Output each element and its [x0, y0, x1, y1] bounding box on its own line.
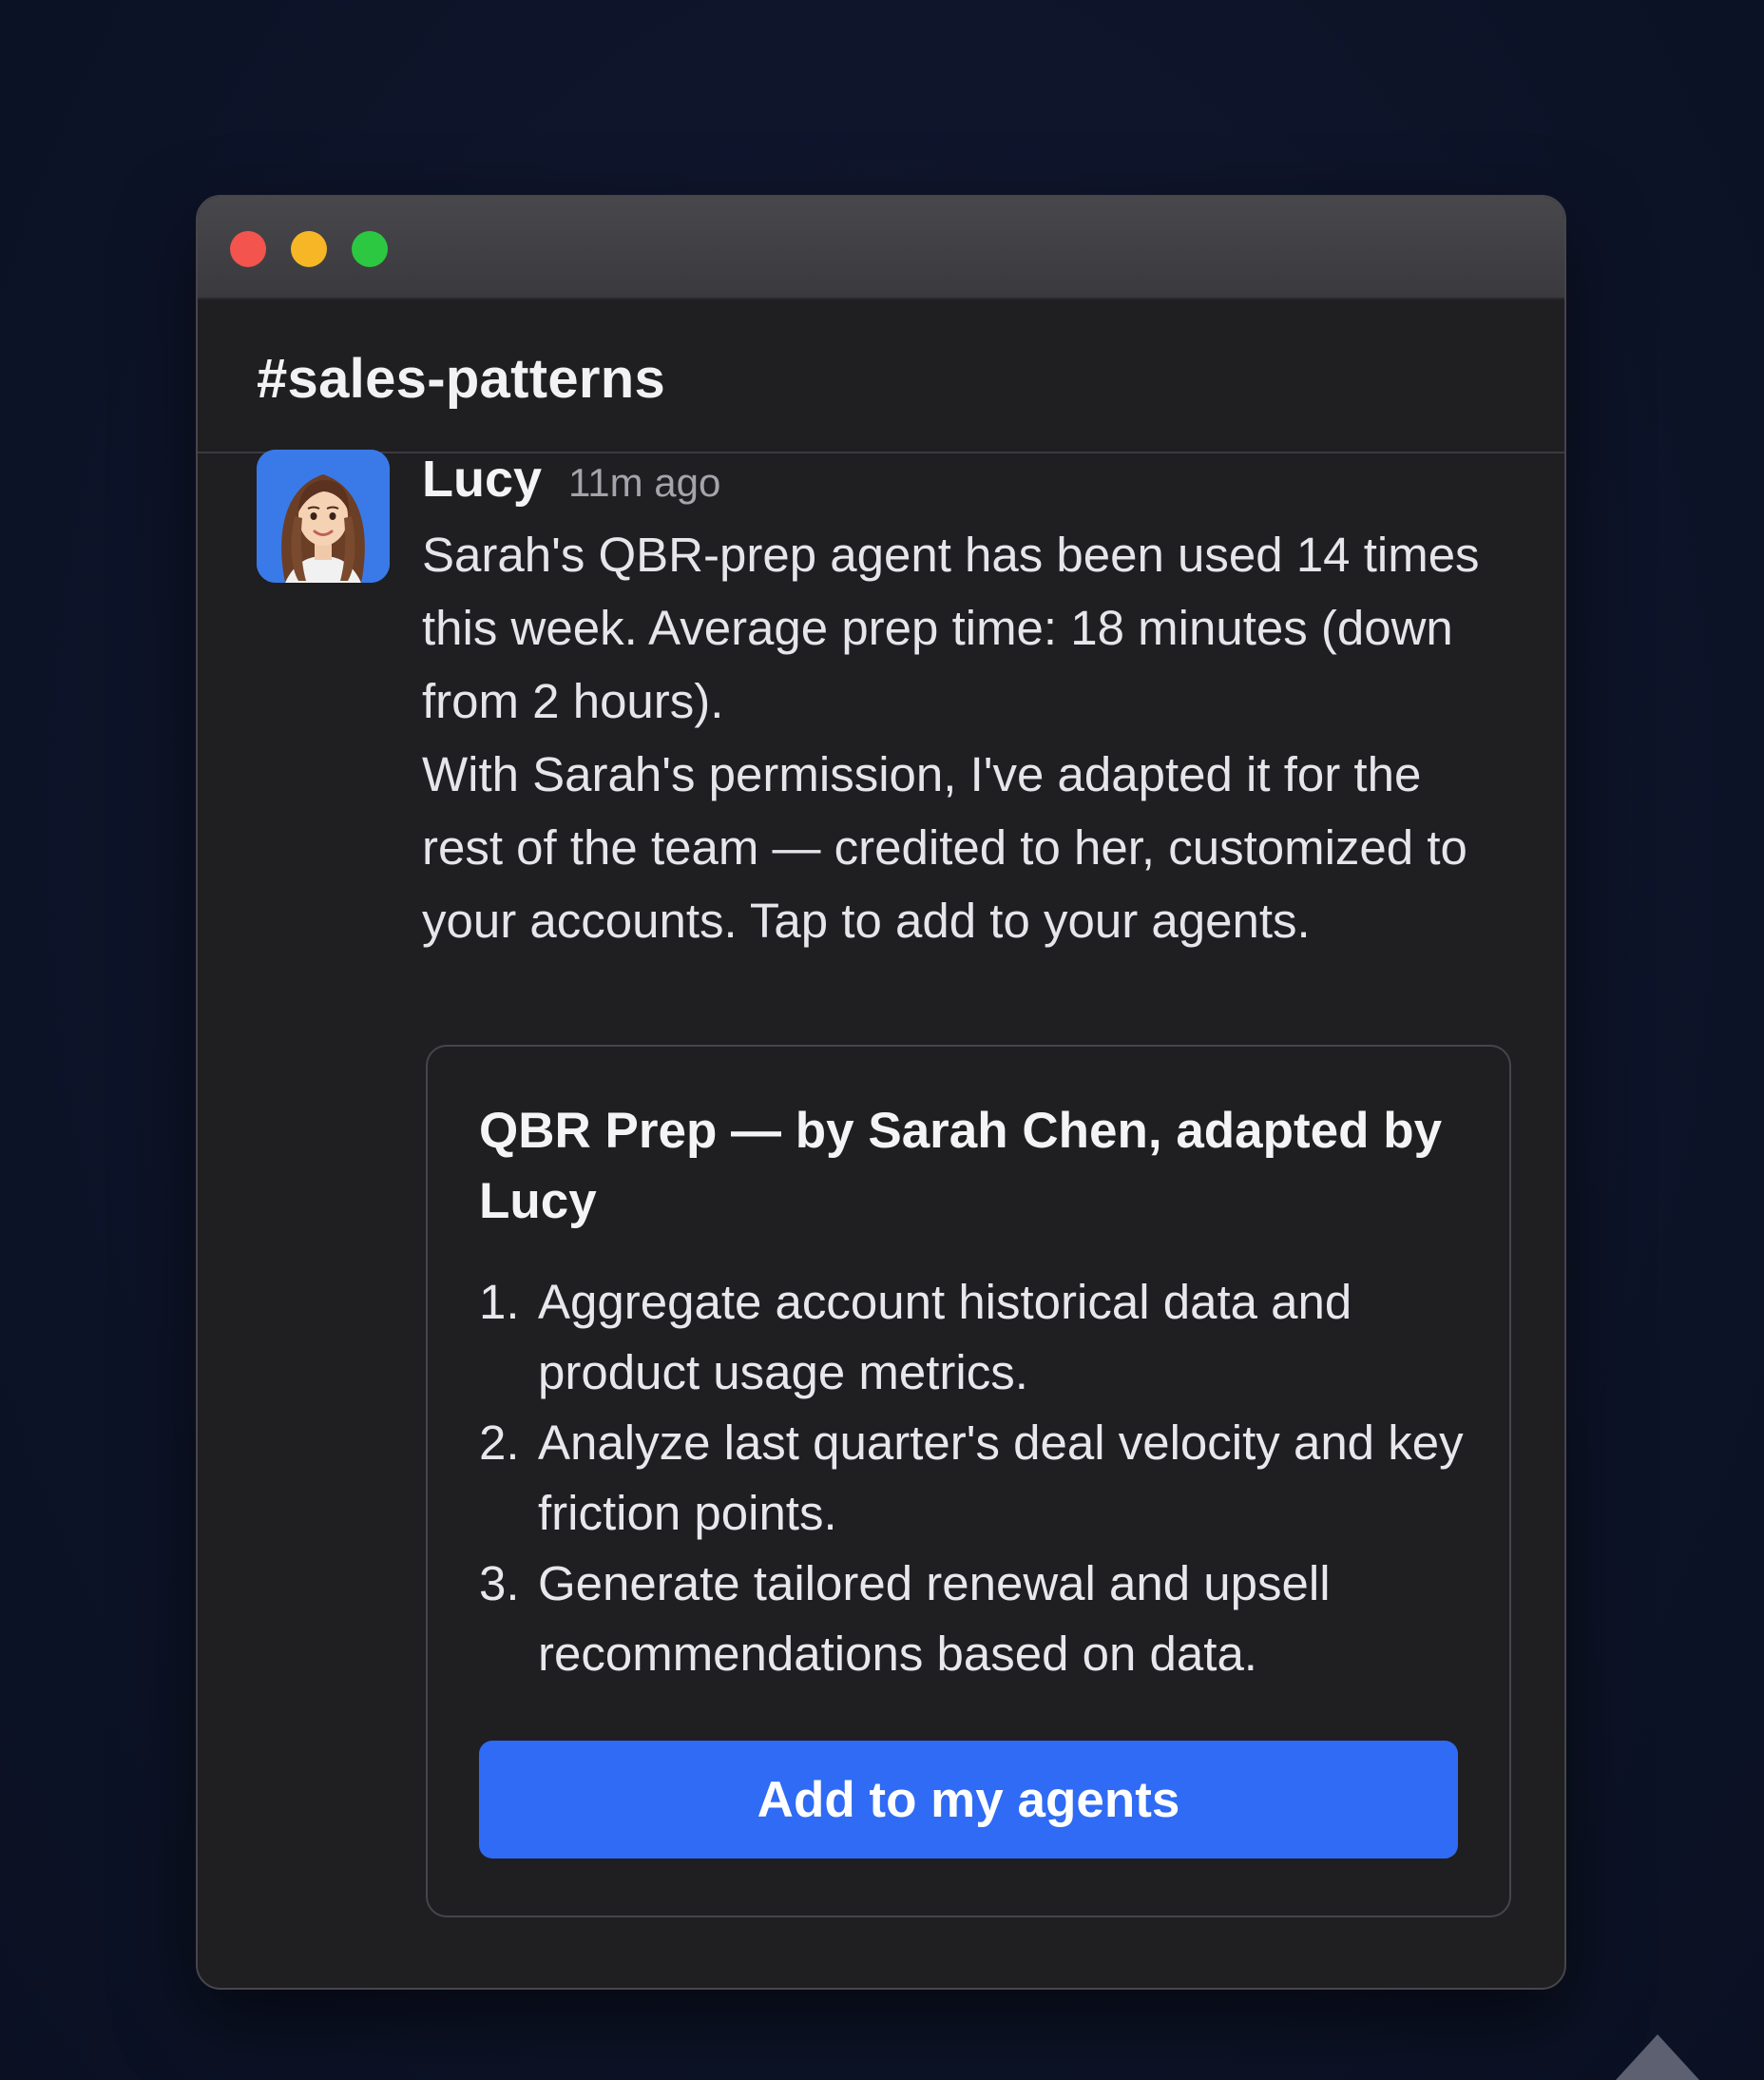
chat-window: #sales-patterns Lucy 11m ago Sarah's QBR… [196, 195, 1566, 1990]
step-number: 1. [479, 1275, 520, 1329]
maximize-window-button[interactable] [352, 231, 388, 267]
channel-name: #sales-patterns [257, 348, 666, 410]
minimize-window-button[interactable] [291, 231, 327, 267]
agent-steps-list: 1. Aggregate account historical data and… [479, 1267, 1486, 1689]
corner-triangle-icon [1616, 2034, 1699, 2080]
step-number: 3. [479, 1556, 520, 1610]
step-text: Generate tailored renewal and upsell rec… [538, 1556, 1331, 1681]
list-item: 2. Analyze last quarter's deal velocity … [479, 1408, 1486, 1549]
list-item: 3. Generate tailored renewal and upsell … [479, 1549, 1486, 1689]
agent-card-title: QBR Prep — by Sarah Chen, adapted by Luc… [479, 1103, 1443, 1229]
list-item: 1. Aggregate account historical data and… [479, 1267, 1486, 1408]
step-text: Aggregate account historical data and pr… [538, 1275, 1352, 1399]
channel-header: #sales-patterns [198, 299, 1564, 453]
avatar[interactable] [257, 450, 390, 583]
add-to-my-agents-button[interactable]: Add to my agents [479, 1741, 1458, 1859]
agent-card: QBR Prep — by Sarah Chen, adapted by Luc… [426, 1045, 1511, 1917]
close-window-button[interactable] [230, 231, 266, 267]
avatar-portrait-icon [257, 450, 390, 583]
step-number: 2. [479, 1416, 520, 1470]
message-header: Lucy 11m ago [422, 450, 1515, 512]
message: Lucy 11m ago Sarah's QBR-prep agent has … [422, 450, 1515, 957]
message-text: Sarah's QBR-prep agent has been used 14 … [422, 518, 1515, 957]
step-text: Analyze last quarter's deal velocity and… [538, 1416, 1464, 1540]
message-paragraph: Sarah's QBR-prep agent has been used 14 … [422, 528, 1480, 728]
message-author[interactable]: Lucy [422, 450, 542, 509]
message-paragraph: With Sarah's permission, I've adapted it… [422, 747, 1467, 948]
window-titlebar [198, 197, 1564, 299]
message-timestamp: 11m ago [568, 460, 721, 505]
